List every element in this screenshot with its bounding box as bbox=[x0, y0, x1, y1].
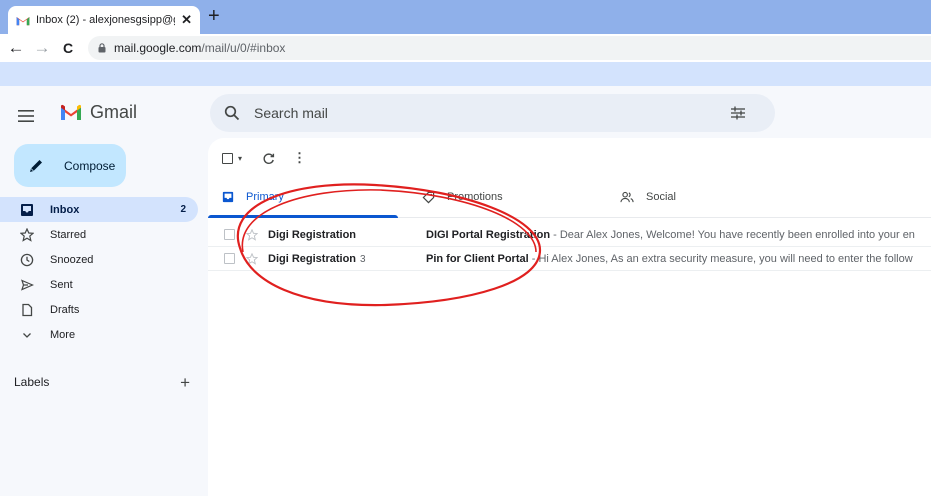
email-snippet: - Hi Alex Jones, As an extra security me… bbox=[528, 252, 913, 265]
labels-section: Labels + bbox=[14, 372, 194, 392]
sidebar-item-starred[interactable]: Starred bbox=[0, 222, 198, 247]
sidebar-item-more[interactable]: More bbox=[0, 322, 198, 347]
star-icon bbox=[20, 227, 34, 242]
forward-button[interactable]: → bbox=[32, 38, 52, 58]
tab-label: Social bbox=[646, 191, 676, 203]
email-list: Digi Registration DIGI Portal Registrati… bbox=[208, 223, 931, 271]
email-checkbox[interactable] bbox=[224, 253, 235, 264]
browser-tab-strip: Inbox (2) - alexjonesgsipp@gmai ✕ + bbox=[0, 0, 931, 34]
search-input[interactable] bbox=[254, 105, 694, 121]
gmail-logo[interactable]: Gmail bbox=[60, 102, 137, 123]
hamburger-menu-icon[interactable] bbox=[18, 110, 34, 122]
url-field[interactable]: mail.google.com /mail/u/0/#inbox bbox=[88, 36, 931, 60]
sidebar-item-label: Snoozed bbox=[50, 253, 94, 266]
gmail-favicon-icon bbox=[16, 16, 30, 25]
gmail-app: Gmail Compose Inbox 2 bbox=[0, 86, 931, 496]
email-sender: Digi Registration 3 bbox=[268, 253, 366, 265]
sidebar-item-label: More bbox=[50, 328, 76, 341]
sidebar-item-label: Drafts bbox=[50, 303, 80, 316]
back-button[interactable]: ← bbox=[6, 38, 26, 58]
pencil-icon bbox=[30, 159, 42, 172]
compose-button[interactable]: Compose bbox=[14, 144, 126, 187]
browser-tab-title: Inbox (2) - alexjonesgsipp@gmai bbox=[36, 14, 175, 26]
sidebar-item-inbox[interactable]: Inbox 2 bbox=[0, 197, 198, 222]
active-tab-indicator bbox=[208, 215, 398, 218]
close-tab-icon[interactable]: ✕ bbox=[181, 12, 192, 28]
inbox-icon bbox=[222, 191, 234, 203]
email-preview: Pin for Client Portal - Hi Alex Jones, A… bbox=[426, 253, 913, 265]
tag-icon bbox=[422, 191, 435, 203]
sidebar-nav: Inbox 2 Starred Snoozed Sent Drafts More bbox=[0, 197, 200, 347]
unread-count-badge: 2 bbox=[180, 204, 186, 215]
email-checkbox[interactable] bbox=[224, 229, 235, 240]
email-subject: DIGI Portal Registration bbox=[426, 228, 551, 241]
sidebar-item-snoozed[interactable]: Snoozed bbox=[0, 247, 198, 272]
bookmarks-bar bbox=[0, 62, 931, 86]
sender-name: Digi Registration bbox=[268, 228, 357, 241]
tab-promotions[interactable]: Promotions bbox=[422, 176, 503, 218]
category-tabs: Primary Promotions Social bbox=[208, 176, 931, 218]
star-icon[interactable] bbox=[246, 252, 258, 265]
labels-title: Labels bbox=[14, 375, 50, 389]
sidebar-item-sent[interactable]: Sent bbox=[0, 272, 198, 297]
mail-list-panel: ▾ ⋮ Primary Promotions Social Digi Regis… bbox=[208, 138, 931, 496]
select-options-caret[interactable]: ▾ bbox=[238, 154, 242, 163]
tab-social[interactable]: Social bbox=[620, 176, 676, 218]
sidebar-item-label: Sent bbox=[50, 278, 73, 291]
clock-icon bbox=[20, 253, 34, 266]
url-path: /mail/u/0/#inbox bbox=[201, 41, 286, 55]
lock-icon bbox=[98, 43, 106, 53]
sidebar-item-drafts[interactable]: Drafts bbox=[0, 297, 198, 322]
people-icon bbox=[620, 191, 634, 202]
select-all-checkbox[interactable] bbox=[222, 152, 233, 164]
sidebar-item-label: Inbox bbox=[50, 203, 80, 216]
draft-icon bbox=[22, 303, 33, 316]
email-subject: Pin for Client Portal bbox=[426, 252, 529, 265]
search-icon[interactable] bbox=[224, 105, 240, 121]
more-options-icon[interactable]: ⋮ bbox=[293, 150, 306, 166]
browser-tab-inbox[interactable]: Inbox (2) - alexjonesgsipp@gmai ✕ bbox=[8, 6, 200, 34]
chevron-down-icon bbox=[23, 332, 31, 338]
search-options-icon[interactable] bbox=[731, 106, 745, 120]
tab-label: Promotions bbox=[447, 191, 503, 203]
address-bar: ← → C mail.google.com /mail/u/0/#inbox bbox=[0, 34, 931, 62]
inbox-icon bbox=[21, 203, 33, 216]
gmail-m-icon bbox=[61, 104, 81, 120]
gmail-logo-text: Gmail bbox=[90, 102, 138, 122]
email-snippet: - Dear Alex Jones, Welcome! You have rec… bbox=[550, 228, 915, 241]
email-row[interactable]: Digi Registration DIGI Portal Registrati… bbox=[208, 223, 931, 247]
compose-label: Compose bbox=[64, 158, 116, 173]
tab-primary[interactable]: Primary bbox=[222, 176, 284, 218]
mail-toolbar: ▾ ⋮ bbox=[222, 148, 306, 168]
add-label-button[interactable]: + bbox=[180, 374, 190, 391]
reload-button[interactable]: C bbox=[58, 38, 78, 58]
search-bar[interactable] bbox=[210, 94, 775, 132]
email-sender: Digi Registration bbox=[268, 229, 360, 241]
tab-label: Primary bbox=[246, 191, 284, 203]
new-tab-button[interactable]: + bbox=[208, 6, 220, 26]
send-icon bbox=[21, 278, 34, 291]
star-icon[interactable] bbox=[246, 228, 258, 241]
sender-name: Digi Registration bbox=[268, 252, 357, 265]
email-preview: DIGI Portal Registration - Dear Alex Jon… bbox=[426, 229, 915, 241]
sidebar-item-label: Starred bbox=[50, 228, 87, 241]
url-host: mail.google.com bbox=[114, 41, 202, 55]
email-row[interactable]: Digi Registration 3 Pin for Client Portal… bbox=[208, 247, 931, 271]
thread-count: 3 bbox=[360, 253, 366, 265]
refresh-icon[interactable] bbox=[262, 152, 275, 165]
